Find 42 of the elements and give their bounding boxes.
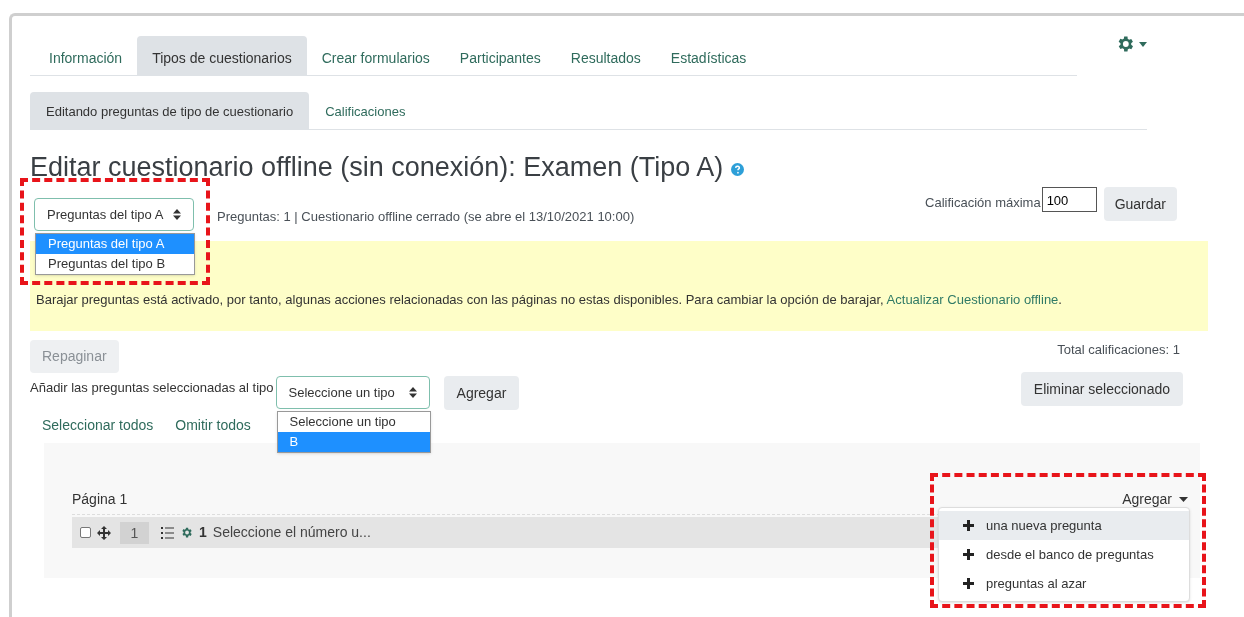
dropdown-option[interactable]: Seleccione un tipo (277, 412, 430, 432)
page-title: Editar cuestionario offline (sin conexión): Examen (Tipo A) (30, 151, 724, 184)
summary-text: Preguntas: 1 | Cuestionario offline cerrado (se abre el 13/10/2021 10:00) (217, 208, 635, 226)
caret-icon (1179, 497, 1188, 502)
add-to-type-label: Añadir las preguntas seleccionadas al tipo (30, 379, 274, 397)
checkbox[interactable] (80, 527, 91, 538)
plus-icon (963, 578, 974, 589)
menu-item[interactable]: preguntas al azar (939, 569, 1189, 598)
total-grades-text: Total calificaciones: 1 (1057, 341, 1180, 359)
tab[interactable]: Información (34, 36, 138, 75)
tab[interactable]: Participantes (444, 36, 556, 75)
page-heading: Página 1 (72, 490, 128, 509)
link[interactable]: Seleccionar todos (42, 415, 154, 436)
tab[interactable]: Tipos de cuestionarios (137, 36, 307, 75)
tab[interactable]: Editando preguntas de tipo de cuestionario (30, 92, 310, 129)
tab[interactable]: Resultados (555, 36, 656, 75)
link[interactable]: Omitir todos (175, 415, 251, 436)
tab[interactable]: Crear formularios (306, 36, 445, 75)
save-button[interactable]: Guardar (1103, 187, 1177, 221)
list-icon (161, 526, 174, 539)
help-icon[interactable] (731, 162, 745, 176)
sort-arrows-icon (173, 209, 181, 220)
sort-arrows-icon (408, 387, 417, 398)
plus-icon (963, 520, 974, 531)
page-number: 1 (120, 521, 149, 544)
delete-selected-button[interactable]: Eliminar seleccionado (1020, 372, 1183, 406)
caret-icon[interactable] (1139, 41, 1147, 47)
menu-item[interactable]: desde el banco de preguntas (939, 540, 1189, 569)
tab[interactable]: Estadísticas (655, 36, 762, 75)
dropdown-option[interactable]: Preguntas del tipo B (36, 254, 194, 274)
question-number: 1 (199, 523, 207, 542)
settings-icon (180, 526, 193, 539)
max-grade-field[interactable]: 100 (1041, 187, 1097, 212)
max-grade-label: Calificación máxima (925, 194, 1041, 212)
tab[interactable]: Calificaciones (309, 92, 422, 129)
move-icon[interactable] (97, 525, 111, 540)
plus-icon (963, 549, 974, 560)
question-text[interactable]: Seleccione el número u... (212, 522, 371, 543)
menu-item[interactable]: una nueva pregunta (939, 511, 1189, 540)
add-menu-button[interactable]: Agregar (1122, 489, 1188, 510)
add-button[interactable]: Agregar (443, 376, 520, 410)
notice-text: Barajar preguntas está activado, por tanto, algunas acciones relacionadas con las páginas no estas disponibles. Para cambiar la opción de barajar, Actualizar Cuestionario offline. (36, 290, 1062, 309)
